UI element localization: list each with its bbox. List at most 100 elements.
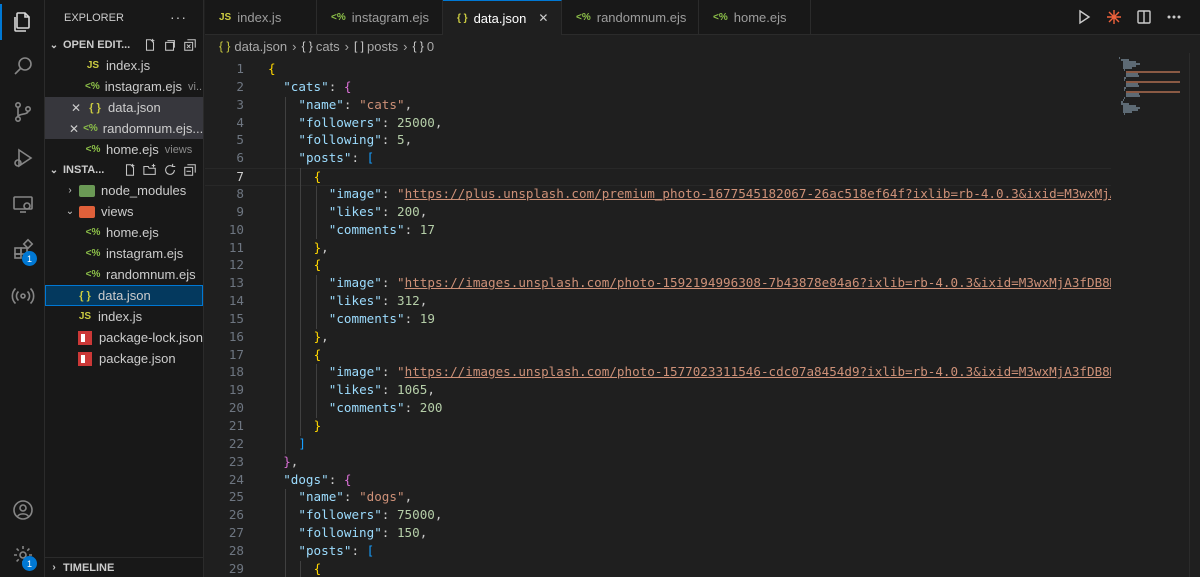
project-header[interactable]: ⌄ INSTA... xyxy=(45,160,203,180)
collapse-all-icon[interactable] xyxy=(183,163,197,177)
save-all-icon[interactable] xyxy=(163,38,177,52)
minimap[interactable] xyxy=(1111,53,1189,577)
refresh-icon[interactable] xyxy=(163,163,177,177)
code-line[interactable]: 15 "comments": 19 xyxy=(205,311,1111,329)
copilot-spark-icon[interactable] xyxy=(1106,9,1122,25)
open-editors-header[interactable]: ⌄ OPEN EDIT... xyxy=(45,35,203,55)
code-line[interactable]: 2 "cats": { xyxy=(205,79,1111,97)
ejs-file-icon: <% xyxy=(83,123,98,134)
extensions-badge: 1 xyxy=(22,251,37,266)
code-line[interactable]: 29 { xyxy=(205,561,1111,577)
tree-item-folder[interactable]: › node_modules xyxy=(45,180,203,201)
open-editor-item[interactable]: ✕ <% randomnum.ejs... xyxy=(45,118,203,139)
code-line[interactable]: 1{ xyxy=(205,61,1111,79)
close-all-icon[interactable] xyxy=(183,38,197,52)
node-folder-icon xyxy=(79,184,95,197)
code-line[interactable]: 6 "posts": [ xyxy=(205,150,1111,168)
split-editor-icon[interactable] xyxy=(1136,9,1152,25)
chevron-right-icon: › xyxy=(52,562,56,573)
tab-home-ejs[interactable]: <% home.ejs xyxy=(699,0,811,35)
code-line[interactable]: 9 "likes": 200, xyxy=(205,204,1111,222)
extensions-icon[interactable]: 1 xyxy=(0,228,45,272)
code-line[interactable]: 21 } xyxy=(205,418,1111,436)
close-icon[interactable]: ✕ xyxy=(69,122,79,136)
open-editor-item[interactable]: ✕ { } data.json xyxy=(45,97,203,118)
code-line[interactable]: 23 }, xyxy=(205,454,1111,472)
npm-file-icon xyxy=(78,330,92,345)
tree-item-file[interactable]: <% home.ejs xyxy=(45,222,203,243)
line-number: 10 xyxy=(228,221,244,237)
code-line[interactable]: 17 { xyxy=(205,347,1111,365)
code-line[interactable]: 14 "likes": 312, xyxy=(205,293,1111,311)
code-line[interactable]: 13 "image": "https://images.unsplash.com… xyxy=(205,275,1111,293)
tree-item-folder[interactable]: ⌄ views xyxy=(45,201,203,222)
open-editor-item[interactable]: <% instagram.ejs vi... xyxy=(45,76,203,97)
code-line[interactable]: 26 "followers": 75000, xyxy=(205,507,1111,525)
ejs-file-icon: <% xyxy=(576,12,591,23)
explorer-icon[interactable] xyxy=(0,0,45,44)
run-debug-icon[interactable] xyxy=(0,136,45,180)
open-editor-label: index.js xyxy=(106,58,151,73)
code-line[interactable]: 25 "name": "dogs", xyxy=(205,489,1111,507)
code-line[interactable]: 19 "likes": 1065, xyxy=(205,382,1111,400)
close-tab-icon[interactable]: ✕ xyxy=(538,11,548,25)
tab-index-js[interactable]: JS index.js xyxy=(205,0,317,35)
js-file-icon: JS xyxy=(86,60,100,71)
tab-data-json[interactable]: { } data.json ✕ xyxy=(443,0,562,35)
code-line[interactable]: 10 "comments": 17 xyxy=(205,222,1111,240)
tab-randomnum-ejs[interactable]: <% randomnum.ejs xyxy=(562,0,699,35)
search-icon[interactable] xyxy=(0,44,45,88)
tree-item-file[interactable]: <% randomnum.ejs xyxy=(45,264,203,285)
code-line[interactable]: 22 ] xyxy=(205,436,1111,454)
timeline-header[interactable]: › TIMELINE xyxy=(45,557,203,577)
line-number: 20 xyxy=(228,400,244,416)
source-control-icon[interactable] xyxy=(0,90,45,134)
code-line[interactable]: 16 }, xyxy=(205,329,1111,347)
tree-item-file[interactable]: <% instagram.ejs xyxy=(45,243,203,264)
breadcrumb-cats[interactable]: cats xyxy=(316,39,340,54)
tree-item-file[interactable]: package.json xyxy=(45,348,203,369)
code-line[interactable]: 11 }, xyxy=(205,240,1111,258)
code-line[interactable]: 18 "image": "https://images.unsplash.com… xyxy=(205,364,1111,382)
indent-guide xyxy=(285,96,287,454)
code-line[interactable]: 3 "name": "cats", xyxy=(205,97,1111,115)
new-folder-icon[interactable] xyxy=(143,163,157,177)
explorer-title: EXPLORER xyxy=(64,11,124,24)
more-actions-icon[interactable] xyxy=(1166,9,1182,25)
breadcrumb-index[interactable]: 0 xyxy=(427,39,434,54)
code-line[interactable]: 8 "image": "https://plus.unsplash.com/pr… xyxy=(205,186,1111,204)
remote-explorer-icon[interactable] xyxy=(0,182,45,226)
tab-instagram-ejs[interactable]: <% instagram.ejs xyxy=(317,0,443,35)
new-untitled-file-icon[interactable] xyxy=(143,38,157,52)
settings-gear-icon[interactable]: 1 xyxy=(0,533,45,577)
code-line[interactable]: 12 { xyxy=(205,257,1111,275)
broadcast-icon[interactable] xyxy=(0,274,45,318)
open-editor-item[interactable]: JS index.js xyxy=(45,55,203,76)
code-text: "comments": 200 xyxy=(328,400,443,416)
new-file-icon[interactable] xyxy=(123,163,137,177)
vertical-scrollbar[interactable] xyxy=(1189,53,1200,577)
tree-item-file[interactable]: JS index.js xyxy=(45,306,203,327)
editor-tabs: JS index.js <% instagram.ejs { } data.js… xyxy=(205,0,1200,35)
breadcrumb-posts[interactable]: posts xyxy=(367,39,398,54)
run-icon[interactable] xyxy=(1076,9,1092,25)
code-editor[interactable]: 1{2 "cats": {3 "name": "cats", 4 "followe… xyxy=(205,53,1111,577)
open-editor-item[interactable]: <% home.ejs views xyxy=(45,139,203,160)
code-line[interactable]: 20 "comments": 200 xyxy=(205,400,1111,418)
code-line[interactable]: 7 { xyxy=(205,168,1111,186)
accounts-icon[interactable] xyxy=(0,488,45,532)
code-line[interactable]: 5 "following": 5, xyxy=(205,132,1111,150)
code-line[interactable]: 28 "posts": [ xyxy=(205,543,1111,561)
indent-guide xyxy=(315,275,317,329)
close-icon[interactable]: ✕ xyxy=(69,101,83,115)
tree-item-file[interactable]: { } data.json xyxy=(45,285,203,306)
breadcrumb-file[interactable]: data.json xyxy=(234,39,287,54)
code-line[interactable]: 24 "dogs": { xyxy=(205,472,1111,490)
tree-item-file[interactable]: package-lock.json xyxy=(45,327,203,348)
more-actions-icon[interactable]: ··· xyxy=(170,9,187,25)
open-editor-label: data.json xyxy=(108,100,161,115)
open-editor-label: home.ejs xyxy=(106,142,159,157)
code-line[interactable]: 27 "following": 150, xyxy=(205,525,1111,543)
code-line[interactable]: 4 "followers": 25000, xyxy=(205,115,1111,133)
code-text: } xyxy=(313,418,322,433)
